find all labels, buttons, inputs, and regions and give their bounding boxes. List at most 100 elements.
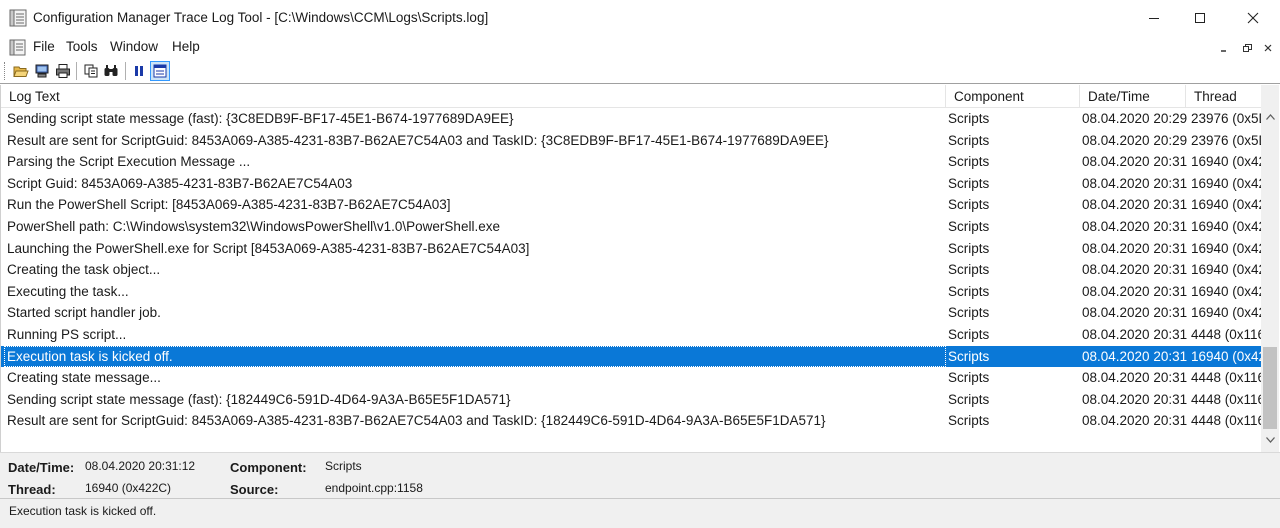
minimize-button[interactable] xyxy=(1131,0,1177,36)
thread-cell: 16940 (0x42 xyxy=(1191,219,1261,234)
message-text: Execution task is kicked off. xyxy=(9,504,157,518)
date-time-cell: 08.04.2020 20:31:1 xyxy=(1082,413,1187,429)
maximize-button[interactable] xyxy=(1177,0,1223,36)
date-time-cell: 08.04.2020 20:31:1 xyxy=(1082,305,1187,321)
mdi-close-button[interactable] xyxy=(1259,40,1277,56)
component-cell: Scripts xyxy=(948,240,990,256)
menu-tools[interactable]: Tools xyxy=(66,39,98,54)
copy-button[interactable] xyxy=(81,61,101,81)
menu-file[interactable]: File xyxy=(33,39,55,54)
toggle-details-button[interactable] xyxy=(150,61,170,81)
toolbar-separator xyxy=(125,62,126,80)
log-text-cell: Sending script state message (fast): {3C… xyxy=(7,111,514,126)
log-text-cell: Creating state message... xyxy=(7,370,161,386)
table-row[interactable]: Creating the task object... Scripts 08.04.… xyxy=(1,259,1261,281)
component-cell: Scripts xyxy=(948,327,990,342)
vertical-scrollbar[interactable] xyxy=(1261,85,1279,452)
column-header-date-time[interactable]: Date/Time xyxy=(1080,85,1186,108)
column-header-thread[interactable]: Thread xyxy=(1186,85,1261,108)
date-time-cell: 08.04.2020 20:31:1 xyxy=(1082,240,1187,256)
close-button[interactable] xyxy=(1230,0,1276,36)
component-label: Component: xyxy=(230,460,307,475)
column-header-log-text[interactable]: Log Text xyxy=(1,85,946,108)
chevron-down-icon xyxy=(1265,436,1275,443)
mdi-restore-button[interactable] xyxy=(1238,40,1256,56)
thread-cell: 16940 (0x42 xyxy=(1191,240,1261,256)
table-row[interactable]: Parsing the Script Execution Message ...… xyxy=(1,151,1261,173)
date-time-cell: 08.04.2020 20:31:1 xyxy=(1082,348,1187,364)
datetime-value: 08.04.2020 20:31:12 xyxy=(85,459,196,473)
scroll-thumb[interactable] xyxy=(1263,347,1277,429)
maximize-icon xyxy=(1195,13,1205,23)
log-rows: Sending script state message (fast): {3C… xyxy=(1,108,1261,452)
table-row[interactable]: Creating state message... Scripts 08.04.20… xyxy=(1,367,1261,389)
menu-window[interactable]: Window xyxy=(110,39,158,54)
log-text-cell: Result are sent for ScriptGuid: 8453A069… xyxy=(7,413,826,429)
table-row[interactable]: Run the PowerShell Script: [8453A069-A38… xyxy=(1,194,1261,216)
open-on-server-icon xyxy=(35,64,49,78)
date-time-cell: 08.04.2020 20:31:1 xyxy=(1082,197,1187,213)
table-row[interactable]: Started script handler job. Scripts 08.04.… xyxy=(1,302,1261,324)
component-cell: Scripts xyxy=(948,132,990,148)
table-row[interactable]: Running PS script... Scripts 08.04.2020 20… xyxy=(1,324,1261,346)
thread-cell: 16940 (0x42 xyxy=(1191,348,1261,364)
table-row[interactable]: Executing the task... Scripts 08.04.2020 2… xyxy=(1,281,1261,303)
source-label: Source: xyxy=(230,482,279,497)
date-time-cell: 08.04.2020 20:31:1 xyxy=(1082,283,1187,299)
log-text-cell: Started script handler job. xyxy=(7,305,161,321)
component-cell: Scripts xyxy=(948,219,990,234)
table-row[interactable]: Execution task is kicked off. Scripts 08.0… xyxy=(1,345,1261,368)
find-button[interactable] xyxy=(101,61,121,81)
chevron-up-icon xyxy=(1265,113,1275,120)
thread-cell: 4448 (0x116 xyxy=(1191,413,1261,429)
date-time-cell: 08.04.2020 20:29:4 xyxy=(1082,132,1187,148)
table-row[interactable]: Script Guid: 8453A069-A385-4231-83B7-B62… xyxy=(1,173,1261,195)
date-time-cell: 08.04.2020 20:31:1 xyxy=(1082,391,1187,407)
date-time-cell: 08.04.2020 20:31:1 xyxy=(1082,327,1187,342)
scroll-up-button[interactable] xyxy=(1261,108,1279,125)
menu-help[interactable]: Help xyxy=(172,39,200,54)
log-text-cell: Launching the PowerShell.exe for Script … xyxy=(7,240,530,256)
thread-cell: 16940 (0x42 xyxy=(1191,175,1261,191)
column-header-component[interactable]: Component xyxy=(946,85,1080,108)
component-cell: Scripts xyxy=(948,154,990,170)
table-row[interactable]: Sending script state message (fast): {3C… xyxy=(1,108,1261,130)
scroll-down-button[interactable] xyxy=(1261,431,1279,448)
thread-cell: 16940 (0x42 xyxy=(1191,283,1261,299)
print-button[interactable] xyxy=(53,61,73,81)
log-text-cell: Run the PowerShell Script: [8453A069-A38… xyxy=(7,197,451,213)
thread-cell: 23976 (0x5D xyxy=(1191,111,1261,126)
date-time-cell: 08.04.2020 20:31:1 xyxy=(1082,262,1187,278)
window-title: Configuration Manager Trace Log Tool - [… xyxy=(33,10,489,25)
table-row[interactable]: Launching the PowerShell.exe for Script … xyxy=(1,238,1261,260)
app-log-icon xyxy=(9,9,27,27)
table-row[interactable]: Result are sent for ScriptGuid: 8453A069… xyxy=(1,410,1261,432)
table-row[interactable]: Sending script state message (fast): {18… xyxy=(1,389,1261,411)
component-value: Scripts xyxy=(325,459,362,473)
date-time-cell: 08.04.2020 20:29:4 xyxy=(1082,111,1187,126)
component-cell: Scripts xyxy=(948,305,990,321)
pause-icon xyxy=(135,66,143,76)
open-on-server-button[interactable] xyxy=(32,61,52,81)
component-cell: Scripts xyxy=(948,413,990,429)
toolbar-grip[interactable] xyxy=(4,62,7,80)
mdi-minimize-button[interactable] xyxy=(1215,40,1233,56)
close-icon xyxy=(1247,12,1259,24)
document-icon[interactable] xyxy=(9,39,26,56)
minimize-icon xyxy=(1221,50,1226,52)
copy-icon xyxy=(84,64,98,78)
table-row[interactable]: Result are sent for ScriptGuid: 8453A069… xyxy=(1,130,1261,152)
component-cell: Scripts xyxy=(948,391,990,407)
pause-button[interactable] xyxy=(129,61,149,81)
find-icon xyxy=(104,65,118,76)
component-cell: Scripts xyxy=(948,370,990,386)
restore-icon xyxy=(1242,43,1252,52)
toolbar xyxy=(0,58,1280,84)
log-text-cell: Result are sent for ScriptGuid: 8453A069… xyxy=(7,132,829,148)
open-button[interactable] xyxy=(11,61,31,81)
open-icon xyxy=(13,66,29,77)
thread-label: Thread: xyxy=(8,482,56,497)
thread-cell: 4448 (0x116 xyxy=(1191,391,1261,407)
table-row[interactable]: PowerShell path: C:\Windows\system32\Win… xyxy=(1,216,1261,238)
toggle-details-icon xyxy=(153,64,167,78)
